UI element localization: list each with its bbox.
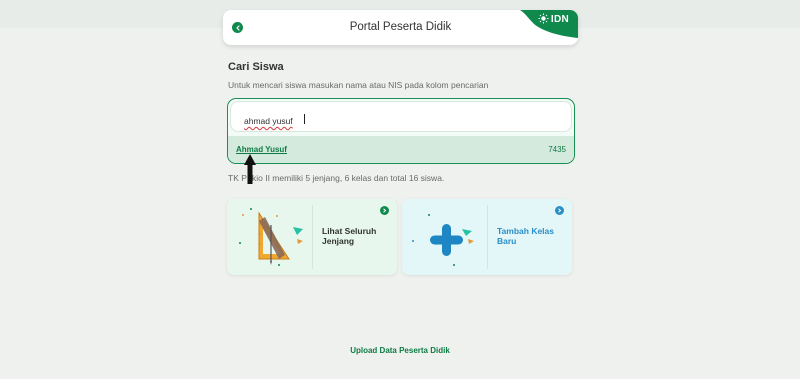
card-arrow-button[interactable] <box>380 206 389 215</box>
text-caret <box>304 114 305 124</box>
upload-data-link[interactable]: Upload Data Peserta Didik <box>0 346 800 355</box>
arrow-up-icon <box>244 154 256 184</box>
search-result-item[interactable]: Ahmad Yusuf 7435 <box>228 136 574 163</box>
school-summary: TK P kio II memiliki 5 jenjang, 6 kelas … <box>228 173 445 183</box>
search-input-value: ahmad yusuf <box>244 116 293 126</box>
card-label: Lihat Seluruh Jenjang <box>322 226 377 246</box>
view-all-levels-card[interactable]: Lihat Seluruh Jenjang <box>227 199 397 275</box>
plus-icon <box>412 214 474 266</box>
logo-text: IDN <box>550 14 569 25</box>
section-title: Cari Siswa <box>228 61 284 73</box>
chevron-right-icon <box>558 208 562 213</box>
result-nis: 7435 <box>548 145 566 154</box>
section-subtitle: Untuk mencari siswa masukan nama atau NI… <box>228 80 489 90</box>
card-divider <box>487 205 488 269</box>
card-label: Tambah Kelas Baru <box>497 226 555 246</box>
sun-icon <box>538 13 549 24</box>
brand-logo: IDN <box>520 10 578 38</box>
chevron-right-icon <box>383 208 387 213</box>
card-arrow-button[interactable] <box>555 206 564 215</box>
app-header: Portal Peserta Didik IDN <box>223 10 578 45</box>
search-box: ahmad yusuf Ahmad Yusuf 7435 <box>227 98 575 164</box>
search-input[interactable]: ahmad yusuf <box>230 101 572 132</box>
ruler-triangle-icon <box>239 208 303 266</box>
add-class-card[interactable]: Tambah Kelas Baru <box>402 199 572 275</box>
card-divider <box>312 205 313 269</box>
